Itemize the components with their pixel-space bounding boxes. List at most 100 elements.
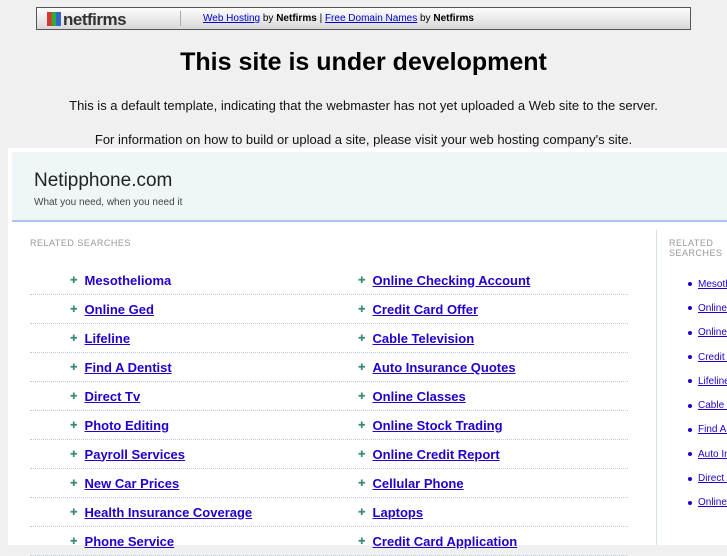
parked-page-panel: Netipphone.com What you need, when you n… [8,148,727,556]
search-link[interactable]: Payroll Services [85,447,185,462]
search-link[interactable]: Credit Card Offer [373,302,478,317]
bullet-icon [688,403,692,408]
arrow-icon: ✚ [70,332,78,343]
search-link[interactable]: Health Insurance Coverage [85,505,253,520]
sidebar-item: Direct Tv [688,466,727,490]
arrow-icon: ✚ [358,448,366,459]
search-link[interactable]: Online Credit Report [373,447,500,462]
sidebar-item: Credit Card Offer [688,345,727,369]
sidebar-item: Lifeline [688,369,727,393]
sidebar-item: Cable Television [688,393,727,417]
info-line-2: For information on how to build or uploa… [94,132,633,147]
list-item: ✚ Direct Tv [30,389,318,404]
table-row: ✚ New Car Prices ✚ Cellular Phone [30,469,628,498]
bullet-icon [688,306,692,311]
list-item: ✚ Online Stock Trading [318,418,606,433]
sidebar-link[interactable]: Online Classes [698,497,727,508]
table-row: ✚ Lifeline ✚ Cable Television [30,324,628,353]
list-item: ✚ Phone Service [30,534,318,549]
arrow-icon: ✚ [358,419,366,430]
sidebar-link[interactable]: Auto Insurance Quotes [698,449,727,460]
table-row: ✚ Mesothelioma ✚ Online Checking Account [30,266,628,295]
banner-links: Web Hosting by Netfirms | Free Domain Na… [203,13,474,24]
arrow-icon: ✚ [358,361,366,372]
search-link[interactable]: Mesothelioma [85,273,172,288]
sidebar-link[interactable]: Online Checking Account [698,327,727,338]
list-item: ✚ Online Classes [318,389,606,404]
bullet-icon [688,476,692,481]
table-row: ✚ Photo Editing ✚ Online Stock Trading [30,411,628,440]
sidebar-link[interactable]: Lifeline [698,376,727,387]
divider [180,11,181,26]
pipe: | [319,13,323,24]
brand-text: Netfirms [433,13,474,24]
search-link[interactable]: Credit Card Application [373,534,518,549]
list-item: ✚ Online Checking Account [318,273,606,288]
site-tagline: What you need, when you need it [34,197,183,208]
table-row: ✚ Health Insurance Coverage ✚ Laptops [30,498,628,527]
sidebar-link[interactable]: Online Ged [698,303,727,314]
sidebar-item: Find A Dentist [688,418,727,442]
search-link[interactable]: Lifeline [85,331,131,346]
sidebar-item: Online Checking Account [688,321,727,345]
list-item: ✚ Lifeline [30,331,318,346]
arrow-icon: ✚ [358,477,366,488]
search-link[interactable]: Online Checking Account [373,273,531,288]
search-link[interactable]: Find A Dentist [85,360,172,375]
search-link[interactable]: Online Stock Trading [373,418,503,433]
search-link[interactable]: Online Classes [373,389,466,404]
search-link[interactable]: New Car Prices [85,476,180,491]
list-item: ✚ Auto Insurance Quotes [318,360,606,375]
sidebar-link[interactable]: Cable Television [698,400,727,411]
sidebar-link[interactable]: Mesothelioma [698,279,727,290]
bullet-icon [688,500,692,505]
related-searches-list: ✚ Mesothelioma ✚ Online Checking Account ✚ On… [30,266,628,556]
sidebar-related-label: RELATED SEARCHES [669,238,723,258]
list-item: ✚ Cable Television [318,331,606,346]
bullet-icon [688,330,692,335]
sidebar-link[interactable]: Credit Card Offer [698,352,727,363]
arrow-icon: ✚ [358,332,366,343]
bullet-icon [688,282,692,287]
list-item: ✚ Online Ged [30,302,318,317]
search-link[interactable]: Photo Editing [85,418,169,433]
table-row: ✚ Phone Service ✚ Credit Card Application [30,527,628,556]
web-hosting-link[interactable]: Web Hosting [203,13,260,24]
arrow-icon: ✚ [70,274,78,285]
search-link[interactable]: Auto Insurance Quotes [373,360,516,375]
search-link[interactable]: Online Ged [85,302,154,317]
free-domain-link[interactable]: Free Domain Names [325,13,417,24]
sidebar-divider [656,230,657,545]
bullet-icon [688,427,692,432]
arrow-icon: ✚ [70,506,78,517]
list-item: ✚ Find A Dentist [30,360,318,375]
search-link[interactable]: Direct Tv [85,389,141,404]
list-item: ✚ Credit Card Offer [318,302,606,317]
netfirms-logo[interactable]: netfirms [47,10,127,30]
table-row: ✚ Find A Dentist ✚ Auto Insurance Quotes [30,353,628,382]
sidebar-link[interactable]: Direct Tv [698,473,727,484]
search-link[interactable]: Laptops [373,505,424,520]
arrow-icon: ✚ [70,419,78,430]
bullet-icon [688,379,692,384]
arrow-icon: ✚ [358,303,366,314]
sidebar-item: Online Ged [688,296,727,320]
arrow-icon: ✚ [358,274,366,285]
list-item: ✚ Credit Card Application [318,534,606,549]
list-item: ✚ New Car Prices [30,476,318,491]
table-row: ✚ Online Ged ✚ Credit Card Offer [30,295,628,324]
arrow-icon: ✚ [70,390,78,401]
related-searches-label: RELATED SEARCHES [30,238,131,248]
bullet-icon [688,452,692,457]
sidebar-item: Auto Insurance Quotes [688,442,727,466]
sidebar-item: Mesothelioma [688,272,727,296]
search-link[interactable]: Phone Service [85,534,175,549]
arrow-icon: ✚ [70,477,78,488]
list-item: ✚ Photo Editing [30,418,318,433]
search-link[interactable]: Cable Television [373,331,475,346]
sidebar-related-list: Mesothelioma Online Ged Online Checking Ac… [688,272,727,515]
table-row: ✚ Direct Tv ✚ Online Classes [30,382,628,411]
by-text: by [420,13,431,24]
sidebar-link[interactable]: Find A Dentist [698,424,727,435]
search-link[interactable]: Cellular Phone [373,476,464,491]
